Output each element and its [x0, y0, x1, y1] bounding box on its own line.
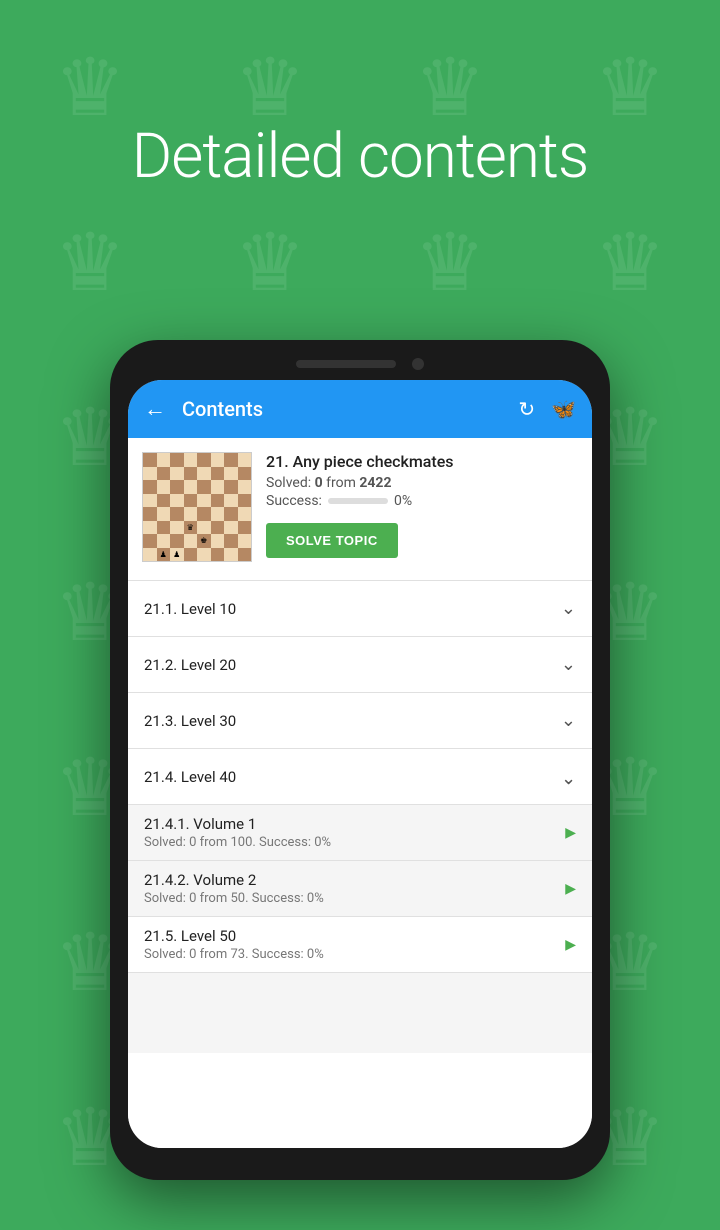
level-40-item[interactable]: 21.4. Level 40 ⌃ [128, 749, 592, 805]
topic-success-text: Success: 0% [266, 493, 578, 509]
bottom-space [128, 973, 592, 1053]
app-bar-actions: ↻ 🦋 [518, 397, 576, 421]
topic-solved-text: Solved: 0 from 2422 [266, 475, 578, 491]
app-bar: ← Contents ↻ 🦋 [128, 380, 592, 438]
play-icon: ▶ [565, 881, 576, 897]
phone-notch [128, 358, 592, 370]
phone-frame: ← Contents ↻ 🦋 [110, 340, 610, 1180]
content-area: ♛ ♚ [128, 438, 592, 1148]
topic-card: ♛ ♚ [128, 438, 592, 581]
level-10-item[interactable]: 21.1. Level 10 ⌄ [128, 581, 592, 637]
phone-camera [412, 358, 424, 370]
level-30-item[interactable]: 21.3. Level 30 ⌄ [128, 693, 592, 749]
phone-screen: ← Contents ↻ 🦋 [128, 380, 592, 1148]
level-50-item[interactable]: 21.5. Level 50 Solved: 0 from 73. Succes… [128, 917, 592, 973]
progress-bar [328, 498, 388, 504]
page-title: Detailed contents [0, 120, 720, 193]
app-bar-title: Contents [182, 397, 518, 421]
butterfly-icon[interactable]: 🦋 [551, 397, 576, 421]
level-20-item[interactable]: 21.2. Level 20 ⌄ [128, 637, 592, 693]
topic-info: 21. Any piece checkmates Solved: 0 from … [266, 452, 578, 562]
play-icon: ▶ [565, 825, 576, 841]
chevron-down-icon: ⌄ [561, 598, 576, 619]
queen-cell: ♛ [184, 521, 198, 535]
chevron-down-icon: ⌄ [561, 710, 576, 731]
solve-topic-button[interactable]: SOLVE TOPIC [266, 523, 398, 558]
king-cell: ♚ [197, 534, 211, 548]
pawn1-cell: ♟ [157, 548, 171, 562]
topic-title: 21. Any piece checkmates [266, 452, 578, 471]
chevron-up-icon: ⌃ [561, 766, 576, 787]
phone-speaker [296, 360, 396, 368]
play-icon: ▶ [565, 937, 576, 953]
chevron-down-icon: ⌄ [561, 654, 576, 675]
back-button[interactable]: ← [144, 396, 166, 422]
volume-2-item[interactable]: 21.4.2. Volume 2 Solved: 0 from 50. Succ… [128, 861, 592, 917]
volume-1-item[interactable]: 21.4.1. Volume 1 Solved: 0 from 100. Suc… [128, 805, 592, 861]
pawn2-cell: ♟ [170, 548, 184, 562]
chess-board-thumbnail: ♛ ♚ [142, 452, 252, 562]
refresh-icon[interactable]: ↻ [518, 397, 535, 421]
